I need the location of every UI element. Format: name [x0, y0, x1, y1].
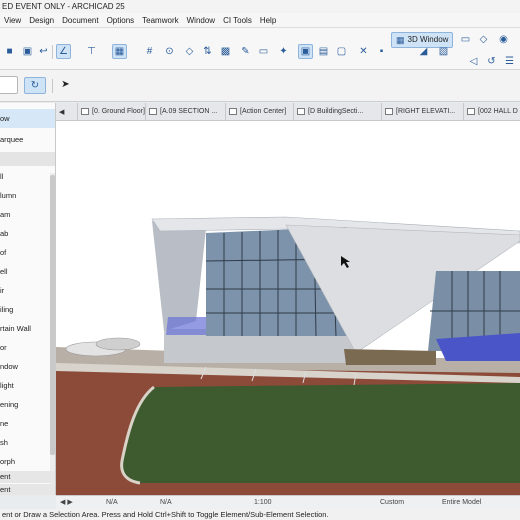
blue-accent-light [166, 317, 206, 335]
tool-stair[interactable]: ir [0, 281, 55, 300]
layer-icon[interactable]: ◇ [182, 44, 197, 59]
tool-mesh[interactable]: sh [0, 433, 55, 452]
tool-zone[interactable]: ne [0, 414, 55, 433]
tab-hall[interactable]: [002 HALL D [464, 103, 520, 121]
toolbox-bottom-item-1[interactable]: ent [0, 471, 55, 483]
window-title: ED EVENT ONLY - ARCHICAD 25 [0, 0, 520, 13]
menu-teamwork[interactable]: Teamwork [142, 16, 178, 25]
tool-column[interactable]: lumn [0, 186, 55, 205]
cut-icon[interactable]: ✕ [356, 44, 371, 59]
undo-redo-controls[interactable]: ◀ ▶ [56, 496, 102, 510]
status-hint-text: ent or Draw a Selection Area. Press and … [0, 509, 520, 520]
action-center-icon [229, 108, 237, 115]
tab-right-elevation[interactable]: [RIGHT ELEVATI... [382, 102, 464, 121]
menu-help[interactable]: Help [260, 16, 276, 25]
car-2 [95, 337, 141, 351]
left-wall [152, 221, 206, 331]
scrollbar-thumb[interactable] [50, 175, 55, 455]
3d-icon: ▦ [396, 35, 405, 45]
toolbox-panel: ow arquee ll lumn am ab of ell ir iling … [0, 103, 56, 495]
menu-options[interactable]: Options [107, 16, 135, 25]
selection-icon[interactable]: ▣ [298, 44, 313, 59]
tool-door[interactable]: or [0, 338, 55, 357]
section-icon [297, 108, 305, 115]
toolbox-scrollbar[interactable] [50, 173, 55, 493]
mirror-icon[interactable]: ◁ [466, 54, 481, 69]
tool-roof[interactable]: of [0, 243, 55, 262]
tool-curtain-wall[interactable]: rtain Wall [0, 319, 55, 338]
standard-toolbar: ■ ▣ ↩ ∠ ⊤ ▦ # ⊙ ◇ ⇅ ▩ ✎ ▭ ✦ ▣ ▤ ▢ ✕ ▪ ▦ … [0, 28, 520, 70]
tool-window[interactable]: ndow [0, 357, 55, 376]
view-setting-na-2[interactable]: N/A [156, 496, 210, 510]
tool-marquee[interactable]: arquee [0, 130, 55, 149]
tool-slab[interactable]: ab [0, 224, 55, 243]
pen-icon[interactable]: ✎ [238, 44, 253, 59]
tab-action-center[interactable]: [Action Center] [226, 102, 294, 121]
toolbox-section-header [0, 152, 55, 166]
tool-wall[interactable]: ll [0, 167, 55, 186]
save-icon[interactable]: ▣ [20, 44, 35, 59]
chevron-left-icon: ◀ [59, 108, 65, 116]
tool-skylight[interactable]: light [0, 376, 55, 395]
renovation-icon[interactable]: ▩ [218, 44, 233, 59]
3d-view-icon [467, 108, 475, 115]
arrow-icon[interactable]: ⇅ [200, 44, 215, 59]
trace-icon[interactable]: ▤ [316, 44, 331, 59]
layout-icon[interactable]: ▧ [436, 44, 451, 59]
status-bar: ◀ ▶ N/A N/A 1:100 Custom Entire Model [56, 495, 520, 509]
menu-bar: View Design Document Options Teamwork Wi… [0, 13, 520, 28]
print-icon[interactable]: ↩ [36, 44, 51, 59]
snap-guides-icon[interactable]: ⊤ [84, 44, 99, 59]
offset-icon[interactable]: ▪ [374, 44, 389, 59]
toolbox-bottom-item-2[interactable]: ent [0, 484, 55, 495]
measure-icon[interactable]: ▭ [256, 44, 271, 59]
menu-design[interactable]: Design [29, 16, 54, 25]
menu-ci-tools[interactable]: CI Tools [223, 16, 252, 25]
plaza-platform [344, 349, 436, 365]
3d-viewport[interactable] [56, 121, 520, 495]
tool-morph[interactable]: orph [0, 452, 55, 471]
model-view-filter[interactable]: Entire Model [438, 496, 516, 510]
tool-shell[interactable]: ell [0, 262, 55, 281]
rotate-view-icon[interactable]: ↻ [24, 77, 46, 94]
view-setting-na-1[interactable]: N/A [102, 496, 156, 510]
3d-cutaway-icon[interactable]: ▭ [458, 32, 473, 47]
element-info-field[interactable] [0, 76, 18, 94]
lawn-area [121, 383, 520, 483]
rotate-icon[interactable]: ↺ [484, 54, 499, 69]
cube-icon[interactable]: ◇ [476, 32, 491, 47]
menu-view[interactable]: View [4, 16, 21, 25]
menu-window[interactable]: Window [187, 16, 215, 25]
tab-section[interactable]: [A.09 SECTION ... [146, 102, 226, 121]
pointer-icon[interactable]: ➤ [58, 77, 73, 92]
tool-arrow[interactable]: ow [0, 109, 55, 128]
gravity-icon[interactable]: ▦ [112, 44, 127, 59]
view-tab-bar: ◀ [0. Ground Floor] [A.09 SECTION ... [A… [56, 102, 520, 121]
explode-icon[interactable]: ◢ [416, 44, 431, 59]
3d-model-render [56, 216, 520, 495]
marquee-icon[interactable]: ▢ [334, 44, 349, 59]
guideline-icon[interactable]: ∠ [56, 44, 71, 59]
scale-field[interactable]: 1:100 [250, 496, 312, 510]
menu-document[interactable]: Document [62, 16, 98, 25]
dimension-standard[interactable]: Custom [376, 496, 438, 510]
tab-ground-floor[interactable]: [0. Ground Floor] [78, 102, 146, 121]
edit-toolbar: ↻ ➤ [0, 70, 520, 102]
tool-beam[interactable]: am [0, 205, 55, 224]
grid-icon[interactable]: # [142, 44, 157, 59]
floor-plan-icon [81, 108, 89, 115]
tool-opening[interactable]: ening [0, 395, 55, 414]
navigation-icon[interactable]: ◉ [496, 32, 511, 47]
suspend-groups-icon[interactable]: ⊙ [162, 44, 177, 59]
section-icon [149, 108, 157, 115]
tab-scroll-left[interactable]: ◀ [56, 102, 78, 121]
tab-building-section[interactable]: [D BuildingSecti... [294, 102, 382, 121]
tool-railing[interactable]: iling [0, 300, 55, 319]
elevation-icon [385, 108, 393, 115]
magic-wand-icon[interactable]: ✦ [276, 44, 291, 59]
open-icon[interactable]: ■ [2, 44, 17, 59]
align-icon[interactable]: ☰ [502, 54, 517, 69]
